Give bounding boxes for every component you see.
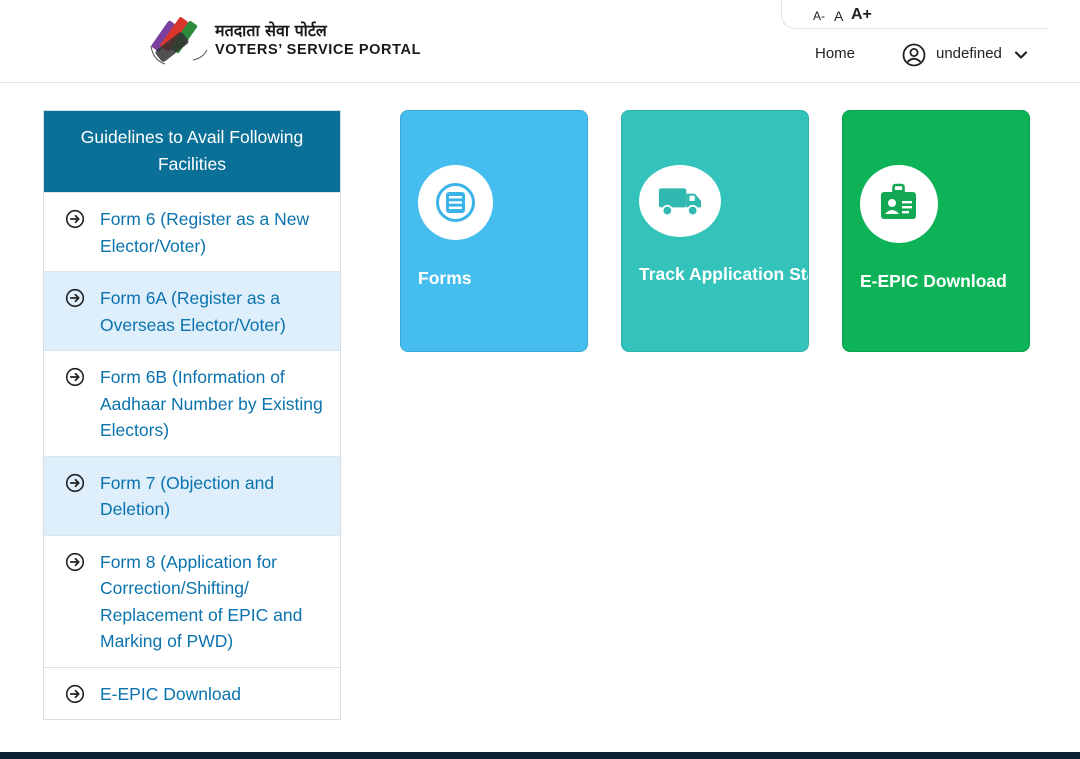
guideline-link-form-6[interactable]: Form 6 (Register as a New Elector/Voter) [44,192,340,271]
guideline-link-e-epic-download[interactable]: E-EPIC Download [44,666,340,720]
guideline-label: Form 7 (Objection and Deletion) [100,472,275,520]
forms-tile-label: Forms [418,268,472,288]
font-increase-button[interactable]: A+ [851,6,872,24]
eci-logo-icon[interactable] [147,10,211,68]
arrow-circle-right-icon [65,473,85,492]
chevron-down-icon[interactable] [1012,46,1030,64]
document-list-icon [436,183,475,222]
e-epic-download-tile-label: E-EPIC Download [860,271,1007,291]
user-avatar-icon[interactable] [902,43,926,67]
brand-title-hindi: मतदाता सेवा पोर्टल [215,21,327,40]
font-size-controls: A- A A+ [781,0,1048,29]
track-application-tile-label: Track Application Sta [639,264,809,284]
guideline-label: Form 6A (Register as a Overseas Elector/… [100,288,286,335]
arrow-circle-right-icon [65,209,85,229]
guideline-label: Form 8 (Application for Correction/Shift… [100,551,303,652]
truck-icon [658,188,702,217]
epic-tile-icon-circle [860,165,938,243]
guidelines-panel: Guidelines to Avail Following Facilities… [43,110,341,720]
guideline-label: Form 6 (Register as a New Elector/Voter) [100,209,310,256]
footer-bar [0,752,1080,759]
guideline-link-form-6a[interactable]: Form 6A (Register as a Overseas Elector/… [44,271,340,350]
arrow-circle-right-icon [65,684,85,703]
brand-title-english: VOTERS’ SERVICE PORTAL [215,42,422,58]
arrow-circle-right-icon [65,288,85,308]
guideline-label: Form 6B (Information of Aadhaar Number b… [100,367,323,440]
font-normal-button[interactable]: A [834,8,843,24]
arrow-circle-right-icon [65,552,85,571]
e-epic-download-tile[interactable]: E-EPIC Download [842,110,1030,352]
forms-tile-icon-circle [418,165,493,240]
guideline-link-form-7[interactable]: Form 7 (Objection and Deletion) [44,455,340,535]
font-decrease-button[interactable]: A- [813,9,825,23]
arrow-circle-right-icon [65,367,85,387]
guideline-link-form-8[interactable]: Form 8 (Application for Correction/Shift… [44,534,340,667]
guidelines-title: Guidelines to Avail Following Facilities [44,111,340,192]
site-header: मतदाता सेवा पोर्टल VOTERS’ SERVICE PORTA… [0,0,1080,83]
nav-home-link[interactable]: Home [815,45,855,62]
forms-tile[interactable]: Forms [400,110,588,352]
guideline-label: E-EPIC Download [100,683,242,704]
user-menu-name[interactable]: undefined [936,45,1002,62]
guideline-link-form-6b[interactable]: Form 6B (Information of Aadhaar Number b… [44,350,340,456]
track-tile-icon-circle [639,165,721,237]
track-application-tile[interactable]: Track Application Sta [621,110,809,352]
id-card-icon [881,183,916,219]
